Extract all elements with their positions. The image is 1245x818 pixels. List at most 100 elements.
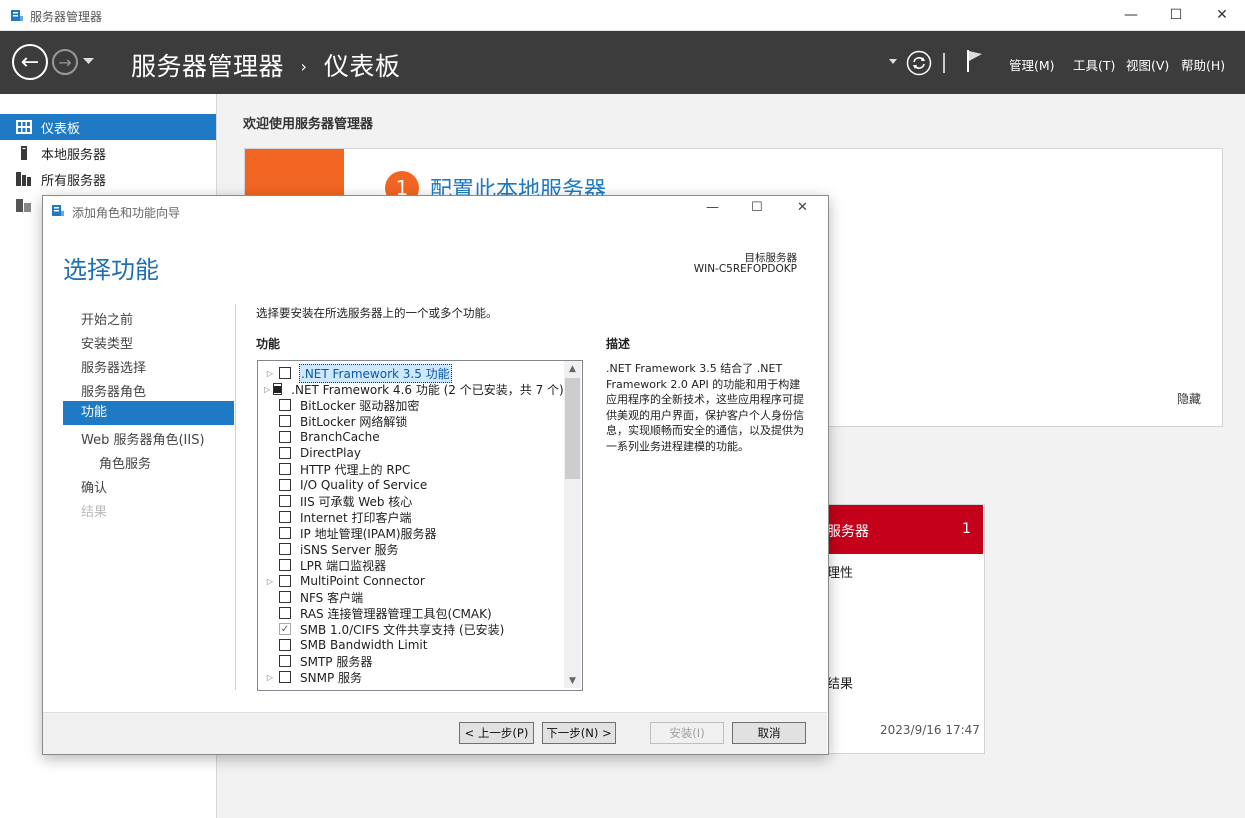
feature-checkbox[interactable] [279,399,291,411]
feature-row[interactable]: BitLocker 网络解锁 [258,413,564,429]
features-header: 功能 [256,337,281,351]
window-titlebar: 服务器管理器 — ☐ ✕ [0,0,1245,31]
features-tree[interactable]: ▷ .NET Framework 3.5 功能 ▷ .NET Framework 4.… [257,360,583,691]
feature-row[interactable]: RAS 连接管理器管理工具包(CMAK) [258,605,564,621]
feature-checkbox[interactable] [279,447,291,459]
sidebar-item-dashboard[interactable]: 仪表板 [0,114,216,140]
wizard-heading: 选择功能 [63,256,159,284]
feature-row[interactable]: I/O Quality of Service [258,477,564,493]
feature-row[interactable]: ✓ SMB 1.0/CIFS 文件共享支持 (已安装) [258,621,564,637]
feature-checkbox[interactable] [279,367,291,379]
menu-tools[interactable]: 工具(T) [1073,55,1115,74]
feature-checkbox[interactable] [279,607,291,619]
expand-arrow-icon[interactable]: ▷ [264,369,276,378]
forward-button[interactable]: → [52,49,78,75]
breadcrumb-root: 服务器管理器 [131,52,285,81]
instruction-text: 选择要安装在所选服务器上的一个或多个功能。 [256,306,498,320]
feature-row[interactable]: ▷ MultiPoint Connector [258,573,564,589]
feature-row[interactable]: ▷ SNMP 服务 [258,669,564,685]
expand-arrow-icon[interactable]: ▷ [264,673,276,682]
feature-row[interactable]: IP 地址管理(IPAM)服务器 [258,525,564,541]
wizard-step-installation-type[interactable]: 安装类型 [81,333,133,352]
feature-checkbox[interactable] [279,431,291,443]
feature-row[interactable]: SMB Bandwidth Limit [258,637,564,653]
menu-help[interactable]: 帮助(H) [1181,55,1225,74]
wizard-step-server-selection[interactable]: 服务器选择 [81,357,146,376]
next-button[interactable]: 下一步(N) > [542,722,616,744]
wizard-step-web-server-role[interactable]: Web 服务器角色(IIS) [81,429,205,448]
close-icon: ✕ [1216,7,1228,23]
sidebar-item-local-server[interactable]: 本地服务器 [0,140,216,166]
scroll-up-icon[interactable]: ▲ [564,361,581,377]
feature-label: IP 地址管理(IPAM)服务器 [300,526,437,541]
scroll-down-icon[interactable]: ▼ [564,673,581,689]
breadcrumb: 服务器管理器 › 仪表板 [131,47,400,83]
scrollbar-thumb[interactable] [565,378,580,479]
feature-row[interactable]: HTTP 代理上的 RPC [258,461,564,477]
feature-row[interactable]: BranchCache [258,429,564,445]
feature-row[interactable]: IIS 可承载 Web 核心 [258,493,564,509]
window-title: 服务器管理器 [30,10,103,24]
wizard-step-server-roles[interactable]: 服务器角色 [81,381,146,400]
wizard-step-role-services[interactable]: 角色服务 [99,453,151,472]
hide-link[interactable]: 隐藏 [1177,390,1201,407]
previous-button[interactable]: < 上一步(P) [459,722,534,744]
app-header: ← → 服务器管理器 › 仪表板 管理(M) 工具(T) 视图(V) 帮助(H) [0,31,1245,94]
feature-row[interactable]: BitLocker 驱动器加密 [258,397,564,413]
feature-row[interactable]: iSNS Server 服务 [258,541,564,557]
feature-label: I/O Quality of Service [300,478,428,492]
feature-checkbox[interactable] [279,463,291,475]
maximize-button[interactable]: ☐ [1153,0,1199,30]
refresh-dropdown-icon[interactable] [889,59,897,65]
feature-row[interactable]: NFS 客户端 [258,589,564,605]
feature-row[interactable]: SMTP 服务器 [258,653,564,669]
server-tile-bpa-results[interactable]: 结果 [827,673,853,692]
menu-manage[interactable]: 管理(M) [1009,55,1055,74]
notifications-flag-icon[interactable] [965,49,985,73]
server-tile-title: 服务器 [827,524,869,540]
server-tile-timestamp: 2023/9/16 17:47 [880,723,980,737]
server-tile-manageability[interactable]: 理性 [827,562,853,581]
feature-checkbox[interactable] [279,655,291,667]
wizard-step-features[interactable]: 功能 [63,401,234,425]
feature-row[interactable]: ▷ .NET Framework 4.6 功能 (2 个已安装，共 7 个) [258,381,564,397]
feature-label: SMB 1.0/CIFS 文件共享支持 (已安装) [300,622,505,637]
feature-checkbox[interactable] [279,479,291,491]
feature-checkbox[interactable] [279,511,291,523]
feature-label: SMB Bandwidth Limit [300,638,428,652]
cancel-button[interactable]: 取消 [732,722,806,744]
wizard-step-before-you-begin[interactable]: 开始之前 [81,309,133,328]
feature-checkbox[interactable] [279,543,291,555]
feature-checkbox[interactable] [279,559,291,571]
expand-arrow-icon[interactable]: ▷ [264,385,270,394]
close-button[interactable]: ✕ [1199,0,1245,30]
feature-checkbox[interactable] [279,575,291,587]
feature-checkbox[interactable] [279,527,291,539]
server-tile-count: 1 [962,521,971,537]
wizard-minimize-button[interactable]: — [706,200,720,216]
server-manager-app-icon [11,10,23,21]
refresh-icon[interactable] [906,50,932,76]
feature-row[interactable]: ▷ .NET Framework 3.5 功能 [258,363,564,383]
feature-checkbox[interactable] [279,671,291,683]
minimize-button[interactable]: — [1108,0,1154,30]
back-button[interactable]: ← [12,44,48,80]
expand-arrow-icon[interactable]: ▷ [264,577,276,586]
feature-label: MultiPoint Connector [300,574,425,588]
history-dropdown-icon[interactable] [83,58,94,66]
sidebar-item-label: 本地服务器 [41,147,107,163]
wizard-maximize-button[interactable]: ☐ [751,200,765,216]
welcome-heading: 欢迎使用服务器管理器 [243,117,374,132]
feature-checkbox[interactable] [279,495,291,507]
feature-checkbox[interactable] [273,383,283,395]
sidebar-item-all-servers[interactable]: 所有服务器 [0,166,216,192]
feature-row[interactable]: DirectPlay [258,445,564,461]
wizard-close-button[interactable]: ✕ [797,200,811,216]
feature-checkbox[interactable] [279,591,291,603]
feature-checkbox[interactable] [279,639,291,651]
feature-row[interactable]: LPR 端口监视器 [258,557,564,573]
wizard-step-confirmation[interactable]: 确认 [81,477,107,496]
feature-checkbox[interactable] [279,415,291,427]
feature-row[interactable]: Internet 打印客户端 [258,509,564,525]
menu-view[interactable]: 视图(V) [1126,55,1169,74]
